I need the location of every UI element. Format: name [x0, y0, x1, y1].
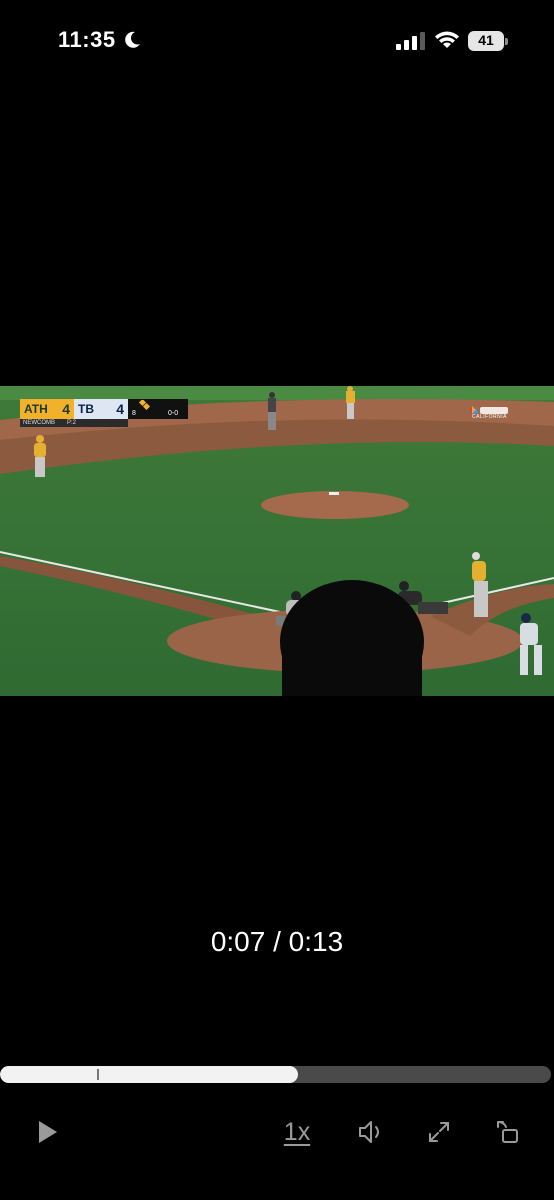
volume-icon — [359, 1121, 379, 1143]
away-score: 4 — [62, 401, 70, 417]
progress-bar[interactable] — [0, 1066, 551, 1083]
player-controls: 1x — [0, 1110, 554, 1154]
broadcaster-sub: CALIFORNIA — [472, 414, 508, 420]
pitch-count: P:2 — [67, 420, 77, 426]
pitcher-label: NEWCOMB — [23, 420, 55, 426]
count: 0-0 — [168, 410, 179, 417]
moon-icon — [125, 31, 140, 48]
fullscreen-button[interactable] — [422, 1110, 456, 1154]
status-bar: 11:35 41 — [0, 0, 554, 80]
home-team-box: TB 4 — [74, 399, 128, 419]
progress-fill — [0, 1066, 298, 1083]
video-frame[interactable] — [0, 386, 554, 696]
speed-button[interactable]: 1x — [276, 1110, 318, 1154]
volume-button[interactable] — [354, 1110, 388, 1154]
play-icon — [39, 1121, 57, 1143]
progress-marker — [97, 1069, 99, 1080]
battery-icon: 41 — [468, 31, 508, 51]
scorebug: ATH 4 TB 4 8 0-0 NEWCOMB P:2 — [20, 399, 188, 427]
home-team: TB — [78, 402, 94, 416]
video-image — [0, 386, 554, 696]
away-team: ATH — [24, 402, 48, 416]
fullscreen-icon — [429, 1122, 449, 1142]
game-status: 8 0-0 — [128, 399, 188, 419]
inning: 8 — [132, 410, 136, 417]
status-time: 11:35 — [58, 27, 116, 52]
signal-icon — [396, 32, 425, 50]
away-team-box: ATH 4 — [20, 399, 74, 419]
playback-time: 0:07 / 0:13 — [210, 926, 344, 957]
rotate-button[interactable] — [490, 1110, 524, 1154]
play-button[interactable] — [30, 1110, 66, 1154]
rotate-icon — [497, 1121, 518, 1143]
home-score: 4 — [116, 401, 124, 417]
bases-icon — [138, 400, 150, 410]
battery-level: 41 — [478, 32, 494, 48]
wifi-icon — [435, 31, 459, 48]
